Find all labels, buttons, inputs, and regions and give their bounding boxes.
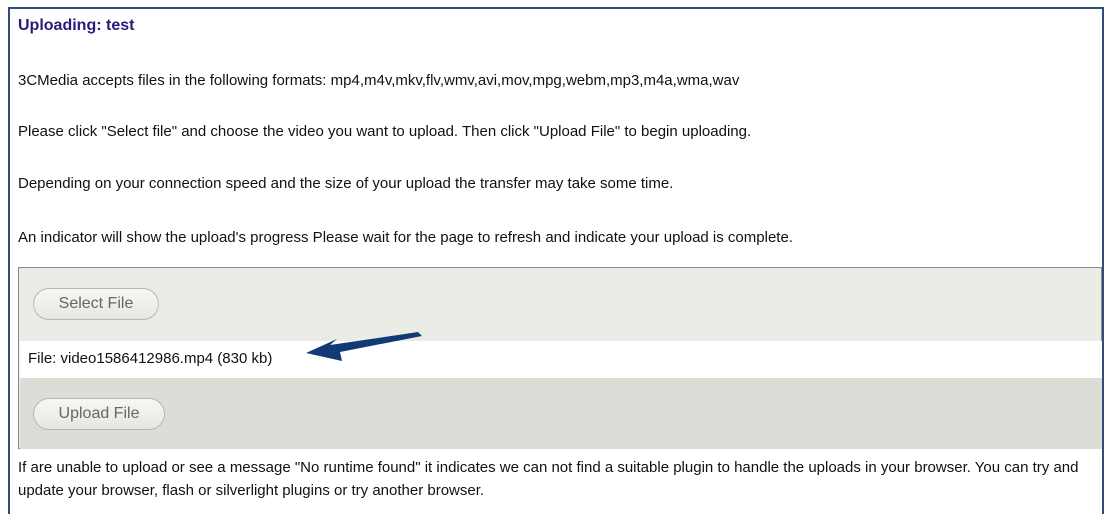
select-file-button[interactable]: Select File	[33, 288, 159, 320]
left-arrow-icon	[306, 332, 422, 361]
selected-file-row: File: video1586412986.mp4 (830 kb)	[20, 341, 1102, 378]
selected-file-info: File: video1586412986.mp4 (830 kb)	[28, 350, 273, 367]
formats-text: 3CMedia accepts files in the following f…	[18, 72, 740, 89]
instructions-text: Please click "Select file" and choose th…	[18, 123, 752, 140]
progress-note-text: An indicator will show the upload's prog…	[18, 229, 793, 246]
upload-panel: Select File File: video1586412986.mp4 (8…	[18, 267, 1102, 449]
page-title: Uploading: test	[18, 17, 135, 34]
runtime-note-text: If are unable to upload or see a message…	[18, 459, 1079, 499]
upload-button-area	[20, 378, 1102, 449]
speed-note-text: Depending on your connection speed and t…	[18, 175, 674, 192]
upload-file-button[interactable]: Upload File	[33, 398, 165, 430]
